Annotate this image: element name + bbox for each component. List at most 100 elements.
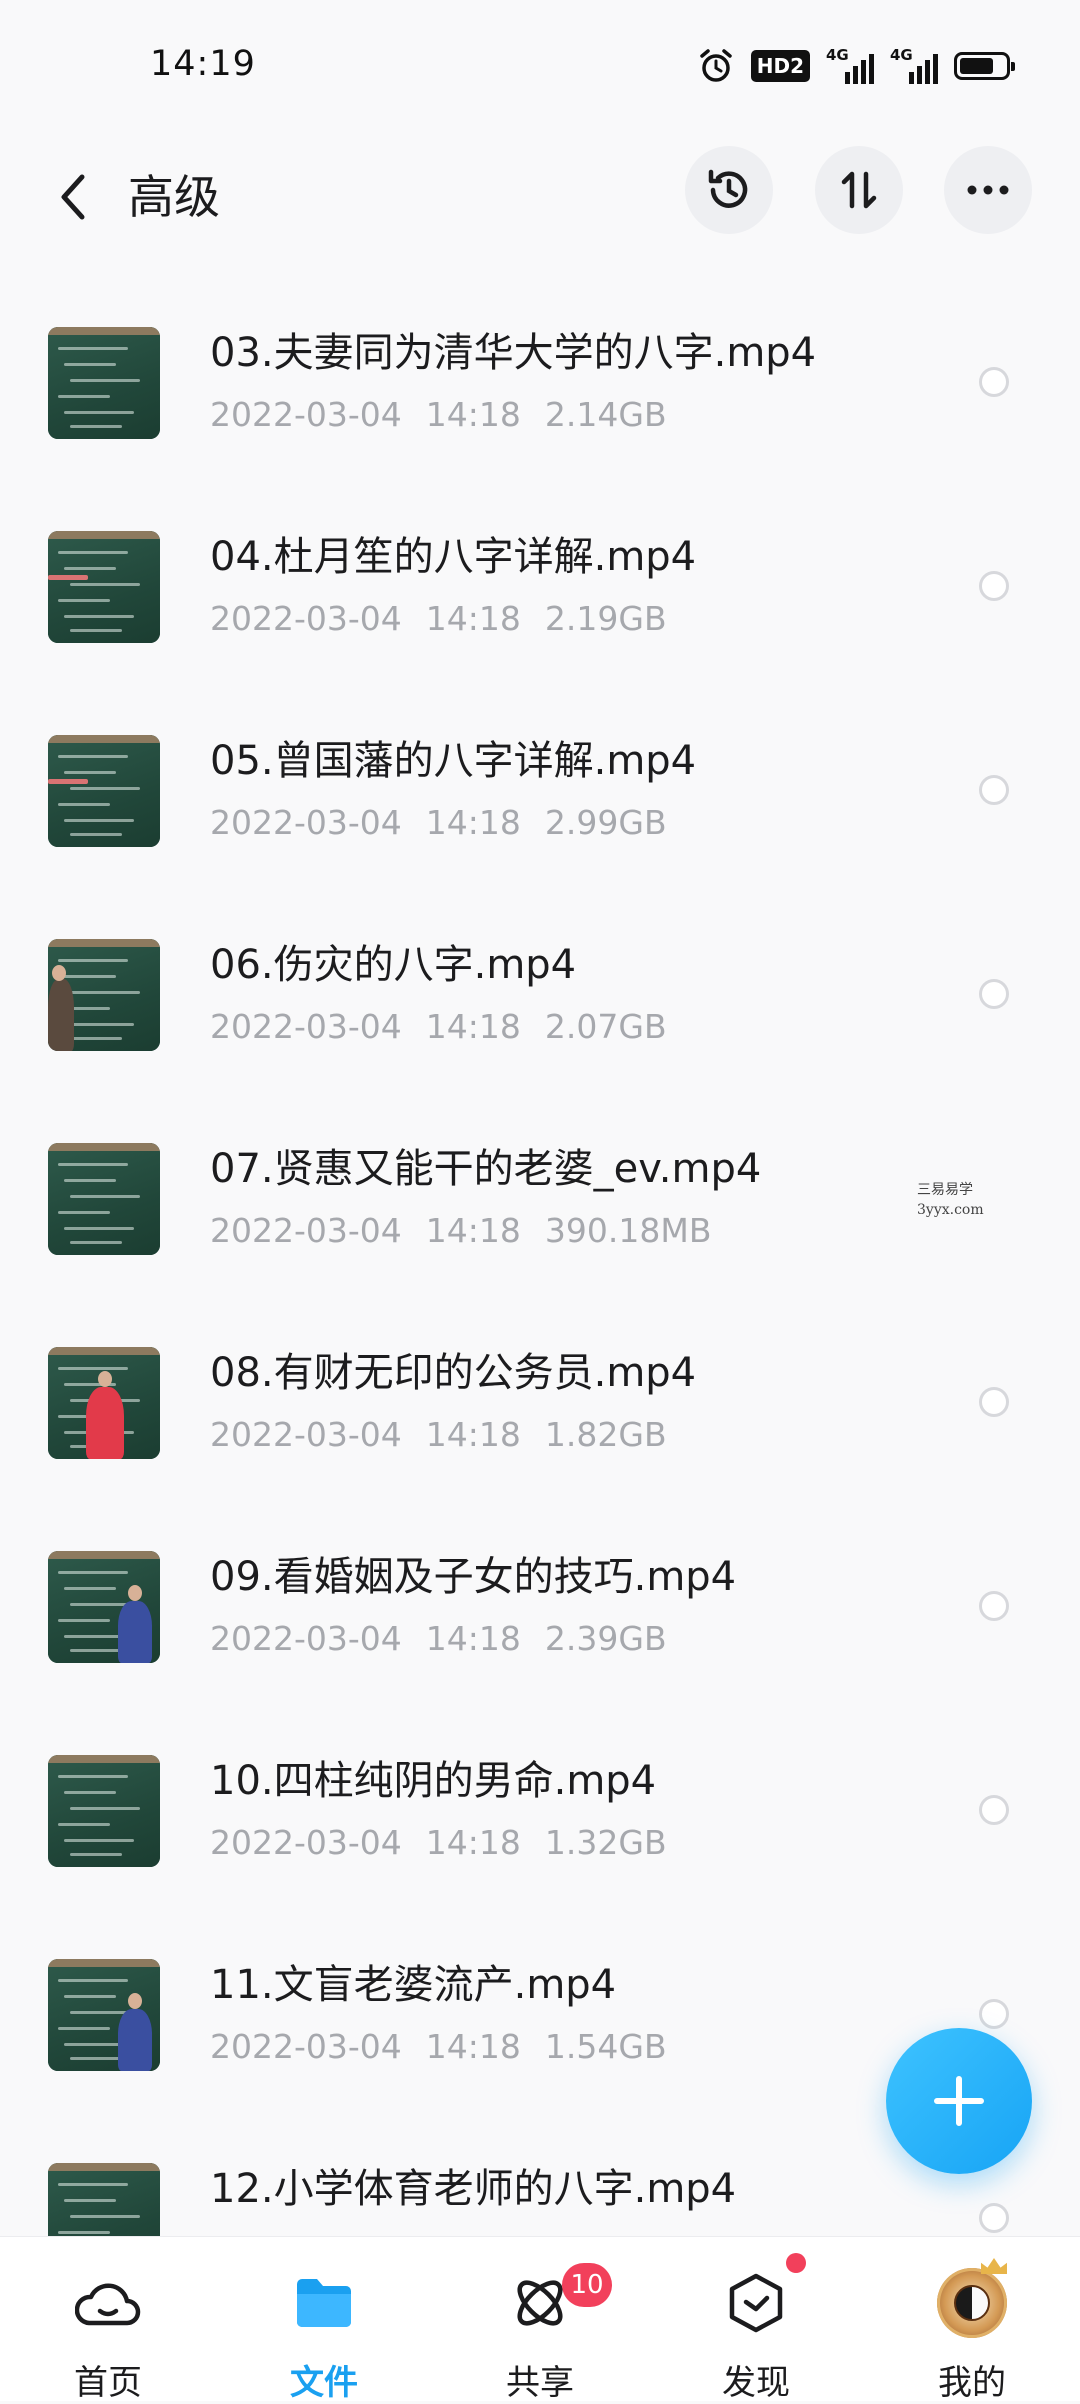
avatar <box>936 2258 1008 2339</box>
video-thumbnail <box>48 1551 160 1663</box>
file-time: 14:18 <box>425 1211 521 1250</box>
yin-yang-icon <box>954 2285 990 2321</box>
status-bar: 14:19 HD2 4G 4G <box>0 0 1080 130</box>
file-name: 07.贤惠又能干的老婆_ev.mp4 <box>210 1146 762 1192</box>
watermark-line: 三易易学 <box>917 1182 973 1198</box>
select-radio[interactable] <box>979 2203 1009 2233</box>
file-time: 14:18 <box>425 1823 521 1862</box>
select-radio[interactable] <box>979 775 1009 805</box>
file-row[interactable]: 04.杜月笙的八字详解.mp4 2022-03-04 14:18 2.19GB <box>0 479 1080 683</box>
discover-box-icon <box>720 2267 792 2339</box>
plus-icon <box>934 2076 984 2126</box>
file-size: 2.39GB <box>544 1619 667 1658</box>
video-thumbnail <box>48 327 160 439</box>
video-thumbnail <box>48 939 160 1051</box>
more-button[interactable] <box>944 146 1032 234</box>
page-title: 高级 <box>128 170 220 224</box>
select-radio[interactable] <box>979 1999 1009 2029</box>
file-time: 14:18 <box>425 1415 521 1454</box>
video-thumbnail <box>48 1959 160 2071</box>
file-meta: 2022-03-04 14:18 1.54GB <box>210 2025 667 2069</box>
file-row[interactable]: 09.看婚姻及子女的技巧.mp4 2022-03-04 14:18 2.39GB <box>0 1499 1080 1703</box>
file-date: 2022-03-04 <box>210 1007 402 1046</box>
file-time: 14:18 <box>425 1007 521 1046</box>
share-badge: 10 <box>562 2263 612 2307</box>
nav-label: 共享 <box>506 2363 574 2403</box>
file-date: 2022-03-04 <box>210 599 402 638</box>
hd-label: HD2 <box>750 50 810 82</box>
history-button[interactable] <box>685 146 773 234</box>
file-row[interactable]: 08.有财无印的公务员.mp4 2022-03-04 14:18 1.82GB <box>0 1295 1080 1499</box>
alarm-icon <box>697 46 735 86</box>
sort-button[interactable] <box>815 146 903 234</box>
file-meta: 2022-03-04 14:18 1.82GB <box>210 1413 667 1457</box>
sort-icon <box>841 171 877 209</box>
nav-label: 文件 <box>290 2363 358 2403</box>
status-icons: HD2 4G 4G <box>697 46 1015 86</box>
file-name: 12.小学体育老师的八字.mp4 <box>210 2166 737 2212</box>
video-thumbnail <box>48 531 160 643</box>
crown-icon <box>981 2258 1007 2274</box>
file-row[interactable]: 03.夫妻同为清华大学的八字.mp4 2022-03-04 14:18 2.14GB <box>0 275 1080 479</box>
video-thumbnail <box>48 1755 160 1867</box>
file-row[interactable]: 05.曾国藩的八字详解.mp4 2022-03-04 14:18 2.99GB <box>0 683 1080 887</box>
select-radio[interactable] <box>979 1387 1009 1417</box>
file-date: 2022-03-04 <box>210 1211 402 1250</box>
file-size: 1.32GB <box>544 1823 667 1862</box>
watermark-line: 3yyx.com <box>917 1202 984 1218</box>
file-size: 2.07GB <box>544 1007 667 1046</box>
nav-label: 我的 <box>938 2363 1006 2403</box>
nav-item-home[interactable]: 首页 <box>0 2237 216 2403</box>
select-radio[interactable] <box>979 979 1009 1009</box>
video-thumbnail <box>48 1347 160 1459</box>
file-row[interactable]: 10.四柱纯阴的男命.mp4 2022-03-04 14:18 1.32GB <box>0 1703 1080 1907</box>
select-radio[interactable] <box>979 1591 1009 1621</box>
select-radio[interactable] <box>979 1795 1009 1825</box>
video-thumbnail <box>48 1143 160 1255</box>
file-size: 2.19GB <box>544 599 667 638</box>
file-time: 14:18 <box>425 395 521 434</box>
file-date: 2022-03-04 <box>210 2027 402 2066</box>
header: 高级 <box>0 140 1080 270</box>
nav-label: 发现 <box>722 2363 790 2403</box>
file-meta: 2022-03-04 14:18 2.19GB <box>210 597 667 641</box>
file-meta: 2022-03-04 14:18 390.18MB <box>210 1209 711 1253</box>
select-radio[interactable] <box>979 571 1009 601</box>
nav-item-discover[interactable]: 发现 <box>648 2237 864 2403</box>
battery-level <box>960 58 993 74</box>
file-row[interactable]: 06.伤灾的八字.mp4 2022-03-04 14:18 2.07GB <box>0 887 1080 1091</box>
nav-item-share[interactable]: 10 共享 <box>432 2237 648 2403</box>
folder-icon <box>288 2267 360 2339</box>
file-date: 2022-03-04 <box>210 1823 402 1862</box>
file-name: 08.有财无印的公务员.mp4 <box>210 1350 697 1396</box>
file-size: 1.82GB <box>544 1415 667 1454</box>
watermark: 三易易学 3yyx.com <box>917 1180 984 1220</box>
back-button[interactable] <box>44 162 100 232</box>
file-name: 04.杜月笙的八字详解.mp4 <box>210 534 697 580</box>
hd-voice-icon: HD2 <box>750 46 810 86</box>
file-size: 2.14GB <box>544 395 667 434</box>
file-list: 03.夫妻同为清华大学的八字.mp4 2022-03-04 14:18 2.14GB… <box>0 275 1080 2315</box>
file-name: 10.四柱纯阴的男命.mp4 <box>210 1758 657 1804</box>
file-date: 2022-03-04 <box>210 803 402 842</box>
file-time: 14:18 <box>425 2027 521 2066</box>
file-size: 2.99GB <box>544 803 667 842</box>
nav-label: 首页 <box>74 2363 142 2403</box>
nav-item-profile[interactable]: 我的 <box>864 2237 1080 2403</box>
file-date: 2022-03-04 <box>210 395 402 434</box>
nav-item-files[interactable]: 文件 <box>216 2237 432 2403</box>
battery-icon <box>954 46 1015 86</box>
file-name: 06.伤灾的八字.mp4 <box>210 942 577 988</box>
file-name: 05.曾国藩的八字详解.mp4 <box>210 738 697 784</box>
file-time: 14:18 <box>425 803 521 842</box>
bottom-nav: 首页 文件 10 共享 发现 我的 <box>0 2236 1080 2403</box>
file-meta: 2022-03-04 14:18 2.99GB <box>210 801 667 845</box>
signal-4g-icon: 4G <box>890 46 938 86</box>
video-thumbnail <box>48 735 160 847</box>
file-meta: 2022-03-04 14:18 2.07GB <box>210 1005 667 1049</box>
file-name: 03.夫妻同为清华大学的八字.mp4 <box>210 330 817 376</box>
file-date: 2022-03-04 <box>210 1619 402 1658</box>
file-size: 1.54GB <box>544 2027 667 2066</box>
add-button[interactable] <box>886 2028 1032 2174</box>
select-radio[interactable] <box>979 367 1009 397</box>
